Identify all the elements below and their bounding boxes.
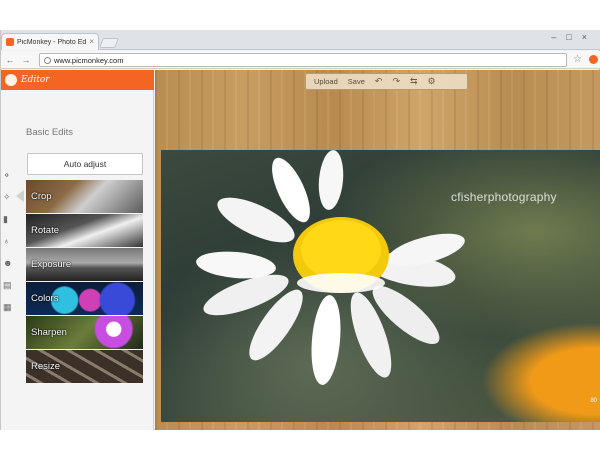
effects-tool-icon[interactable]: ✧ xyxy=(3,192,11,203)
resize-button[interactable]: Resize xyxy=(26,350,143,383)
compare-icon[interactable]: ⇆ xyxy=(410,76,418,87)
corner-label: 80 xyxy=(590,398,597,404)
save-button[interactable]: Save xyxy=(348,77,365,86)
bookmark-star-icon[interactable]: ☆ xyxy=(573,54,582,65)
resize-label: Resize xyxy=(31,361,61,372)
frames-tool-icon[interactable]: ▤ xyxy=(3,280,12,291)
rotate-label: Rotate xyxy=(31,225,59,236)
globe-icon xyxy=(44,56,51,64)
section-title: Basic Edits xyxy=(26,127,73,138)
back-arrow-icon[interactable]: ← xyxy=(5,55,15,65)
exposure-button[interactable]: Exposure xyxy=(26,248,143,281)
tab-close-icon[interactable]: × xyxy=(89,38,94,46)
crop-button[interactable]: Crop xyxy=(26,180,143,213)
touchup-tool-icon[interactable]: ▮ xyxy=(3,214,8,225)
overlays-tool-icon[interactable]: ☻ xyxy=(3,258,12,268)
tab-strip: PicMonkey - Photo Editing × – □ × xyxy=(1,30,600,50)
rotate-button[interactable]: Rotate xyxy=(26,214,143,247)
photo-preview[interactable]: cfisherphotography 80 xyxy=(161,150,600,422)
basic-edits-menu: Crop Rotate Exposure Colors Sharpen Resi… xyxy=(26,180,143,384)
text-tool-icon[interactable]: ♁ xyxy=(3,236,10,246)
url-text: www.picmonkey.com xyxy=(54,55,124,65)
browser-toolbar: ← → C www.picmonkey.com ☆ xyxy=(1,51,600,69)
browser-window: PicMonkey - Photo Editing × – □ × ← → C … xyxy=(0,30,600,430)
browser-tab[interactable]: PicMonkey - Photo Editing × xyxy=(1,33,99,50)
crop-label: Crop xyxy=(31,191,52,202)
sharpen-button[interactable]: Sharpen xyxy=(26,316,143,349)
new-tab-button[interactable] xyxy=(99,38,119,48)
editor-title: Editor xyxy=(21,75,50,85)
edit-panel: Editor Basic Edits ⚬ ✧ ▮ ♁ ☻ ▤ ▦ Auto ad… xyxy=(1,70,154,430)
tab-title: PicMonkey - Photo Editing xyxy=(17,38,87,46)
undo-icon[interactable]: ↶ xyxy=(375,76,383,87)
textures-tool-icon[interactable]: ▦ xyxy=(3,302,12,313)
forward-arrow-icon[interactable]: → xyxy=(21,55,31,65)
editor-header: Editor xyxy=(1,70,154,90)
picmonkey-logo-icon xyxy=(5,74,17,86)
extension-icon[interactable] xyxy=(589,55,598,64)
picmonkey-favicon-icon xyxy=(6,38,14,46)
gear-icon[interactable]: ⚙ xyxy=(428,76,436,87)
colors-button[interactable]: Colors xyxy=(26,282,143,315)
auto-adjust-button[interactable]: Auto adjust xyxy=(27,153,143,175)
basic-edits-tool-icon[interactable]: ⚬ xyxy=(3,170,11,181)
redo-icon[interactable]: ↷ xyxy=(392,76,400,87)
edit-toolbar: Upload Save ↶ ↷ ⇆ ⚙ xyxy=(305,73,468,90)
address-bar[interactable]: www.picmonkey.com xyxy=(39,53,567,67)
editing-canvas: Upload Save ↶ ↷ ⇆ ⚙ cfisherphotography 8… xyxy=(155,70,600,430)
active-tool-pointer xyxy=(16,190,24,202)
daisy-flower xyxy=(196,150,465,385)
minimize-icon[interactable]: – xyxy=(551,32,556,42)
close-window-icon[interactable]: × xyxy=(582,32,587,42)
colors-label: Colors xyxy=(31,293,59,304)
window-controls: – □ × xyxy=(551,32,587,42)
picmonkey-app: Editor Basic Edits ⚬ ✧ ▮ ♁ ☻ ▤ ▦ Auto ad… xyxy=(1,70,600,430)
upload-button[interactable]: Upload xyxy=(314,77,338,86)
exposure-label: Exposure xyxy=(31,259,72,270)
sharpen-label: Sharpen xyxy=(31,327,67,338)
maximize-icon[interactable]: □ xyxy=(566,32,571,42)
photo-watermark: cfisherphotography xyxy=(451,190,557,204)
